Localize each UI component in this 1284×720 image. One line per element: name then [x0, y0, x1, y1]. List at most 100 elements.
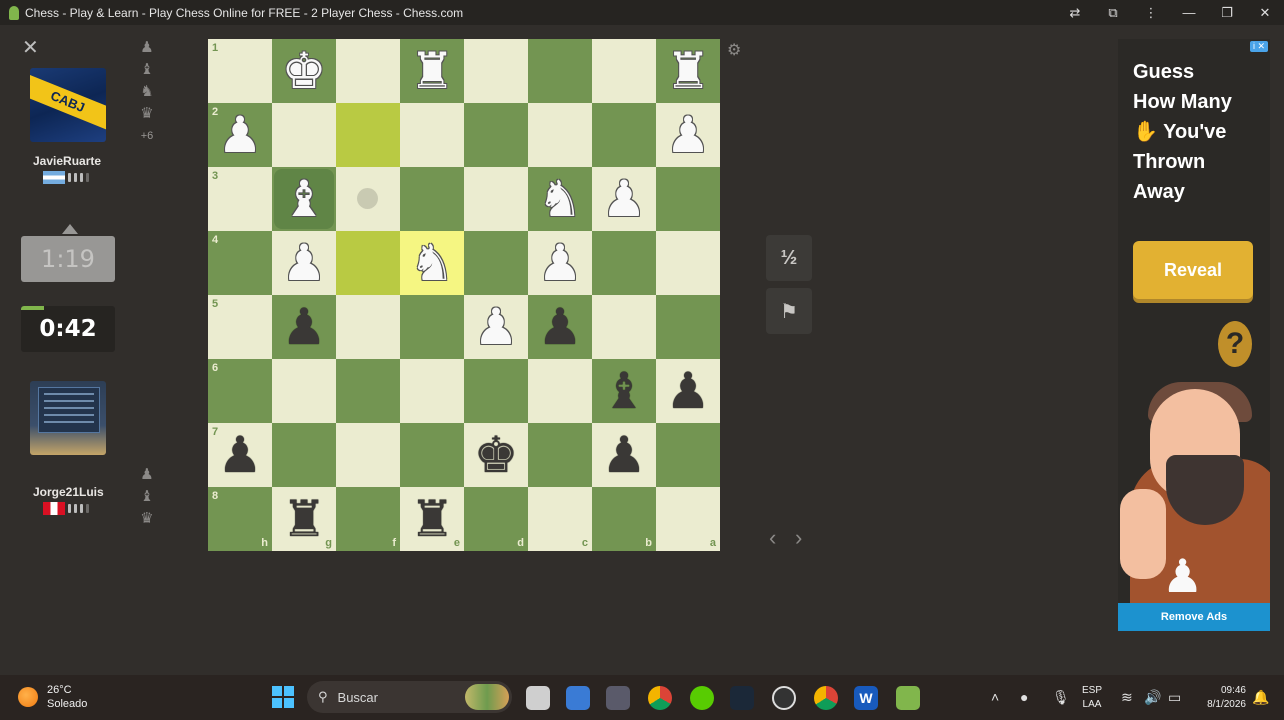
board-square[interactable]	[336, 359, 400, 423]
board-square[interactable]: 6	[208, 359, 272, 423]
top-player-name[interactable]: JavieRuarte	[33, 154, 101, 168]
remove-ads-button[interactable]: Remove Ads	[1118, 603, 1270, 631]
board-square[interactable]	[592, 231, 656, 295]
board-square[interactable]: 1	[208, 39, 272, 103]
chevron-up-icon[interactable]: ˄	[991, 689, 999, 705]
white-pawn[interactable]: ♟	[464, 295, 528, 359]
chrome-profile-icon[interactable]	[814, 686, 838, 710]
board-square[interactable]: d	[464, 487, 528, 551]
chevron-left-icon[interactable]: ‹	[769, 525, 776, 551]
network-alert-icon[interactable]: ●	[1020, 689, 1028, 705]
white-pawn[interactable]: ♟	[528, 231, 592, 295]
volume-icon[interactable]: 🔊	[1144, 689, 1161, 706]
word-icon[interactable]: W	[854, 686, 878, 710]
board-square[interactable]	[272, 359, 336, 423]
weather-widget[interactable]: 26°C Soleado	[18, 683, 87, 711]
board-square[interactable]: 5	[208, 295, 272, 359]
edge-icon[interactable]	[566, 686, 590, 710]
board-square[interactable]: f	[336, 487, 400, 551]
board-square[interactable]	[464, 103, 528, 167]
board-square[interactable]	[336, 39, 400, 103]
notification-bell-icon[interactable]: 🔔	[1252, 689, 1269, 706]
board-square[interactable]: 3	[208, 167, 272, 231]
white-knight[interactable]: ♞	[528, 167, 592, 231]
white-rook[interactable]: ♜	[400, 39, 464, 103]
ad-banner[interactable]: i ✕ Guess How Many ✋ You've Thrown Away …	[1118, 39, 1270, 631]
board-square[interactable]	[464, 231, 528, 295]
board-square[interactable]	[656, 231, 720, 295]
board-square[interactable]	[400, 167, 464, 231]
white-king[interactable]: ♚	[272, 39, 336, 103]
maximize-button[interactable]: ❐	[1208, 0, 1246, 25]
chrome-icon[interactable]	[648, 686, 672, 710]
board-square[interactable]	[528, 423, 592, 487]
white-bishop[interactable]: ♝	[272, 167, 336, 231]
close-window-button[interactable]: ✕	[1246, 0, 1284, 25]
white-knight[interactable]: ♞	[400, 231, 464, 295]
board-square[interactable]	[400, 295, 464, 359]
board-square[interactable]	[592, 103, 656, 167]
board-square[interactable]	[528, 39, 592, 103]
board-square[interactable]	[400, 423, 464, 487]
gear-icon[interactable]: ⚙	[727, 40, 741, 60]
resign-button[interactable]: ⚑	[766, 288, 812, 334]
black-pawn[interactable]: ♟	[272, 295, 336, 359]
black-rook[interactable]: ♜	[272, 487, 336, 551]
white-pawn[interactable]: ♟	[656, 103, 720, 167]
black-pawn[interactable]: ♟	[656, 359, 720, 423]
black-pawn[interactable]: ♟	[592, 423, 656, 487]
taskbar-search[interactable]: ⚲ Buscar	[307, 681, 512, 713]
bottom-player-avatar[interactable]	[30, 381, 106, 455]
board-square[interactable]: a	[656, 487, 720, 551]
black-bishop[interactable]: ♝	[592, 359, 656, 423]
bottom-player-name[interactable]: Jorge21Luis	[33, 485, 104, 499]
duolingo-icon[interactable]	[690, 686, 714, 710]
black-king[interactable]: ♚	[464, 423, 528, 487]
board-square[interactable]	[656, 295, 720, 359]
board-square[interactable]: 8h	[208, 487, 272, 551]
board-square[interactable]	[464, 167, 528, 231]
close-icon[interactable]: ✕	[22, 38, 39, 58]
board-square[interactable]: 4	[208, 231, 272, 295]
board-square[interactable]	[592, 295, 656, 359]
black-pawn[interactable]: ♟	[528, 295, 592, 359]
more-menu-icon[interactable]: ⋮	[1132, 0, 1170, 25]
translate-icon[interactable]: ⇄	[1056, 0, 1094, 25]
white-rook[interactable]: ♜	[656, 39, 720, 103]
reveal-button[interactable]: Reveal	[1133, 241, 1253, 299]
chevron-right-icon[interactable]: ›	[795, 525, 802, 551]
board-square[interactable]	[592, 39, 656, 103]
battery-icon[interactable]: ▭	[1168, 689, 1181, 706]
board-square[interactable]	[336, 423, 400, 487]
board-square[interactable]	[336, 103, 400, 167]
board-square[interactable]	[464, 39, 528, 103]
board-square[interactable]: b	[592, 487, 656, 551]
draw-offer-button[interactable]: ½	[766, 235, 812, 281]
board-square[interactable]	[272, 423, 336, 487]
board-square[interactable]	[528, 103, 592, 167]
minimize-button[interactable]: —	[1170, 0, 1208, 25]
board-square[interactable]	[400, 103, 464, 167]
board-square[interactable]	[400, 359, 464, 423]
chess-app-taskbar-icon[interactable]	[896, 686, 920, 710]
board-square[interactable]	[336, 295, 400, 359]
legal-move-dot[interactable]	[357, 188, 378, 209]
white-pawn[interactable]: ♟	[272, 231, 336, 295]
steam-icon[interactable]	[730, 686, 754, 710]
windows-start-icon[interactable]	[272, 686, 294, 708]
black-pawn[interactable]: ♟	[208, 423, 272, 487]
app-icon[interactable]	[606, 686, 630, 710]
board-square[interactable]: c	[528, 487, 592, 551]
chess-board[interactable]: abcdefg8h7654321 ♚ ♜ ♜ ♟ ♟ ♝ ♞ ♟ ♟ ♞ ♟ ♟ ♟ ♟ ♝ ♟ ♟ ♚ ♟ ♜ ♜	[208, 39, 720, 551]
black-rook[interactable]: ♜	[400, 487, 464, 551]
system-clock[interactable]: 09:46 8/1/2026	[1196, 684, 1246, 712]
wifi-icon[interactable]: ≋	[1121, 689, 1133, 706]
board-square[interactable]	[272, 103, 336, 167]
task-view-icon[interactable]	[526, 686, 550, 710]
microphone-icon[interactable]: 🎙	[1052, 689, 1070, 706]
board-square[interactable]	[656, 167, 720, 231]
white-pawn[interactable]: ♟	[208, 103, 272, 167]
board-square[interactable]	[656, 423, 720, 487]
extensions-icon[interactable]: ⧉	[1094, 0, 1132, 25]
ad-choices-badge[interactable]: i ✕	[1249, 41, 1268, 52]
